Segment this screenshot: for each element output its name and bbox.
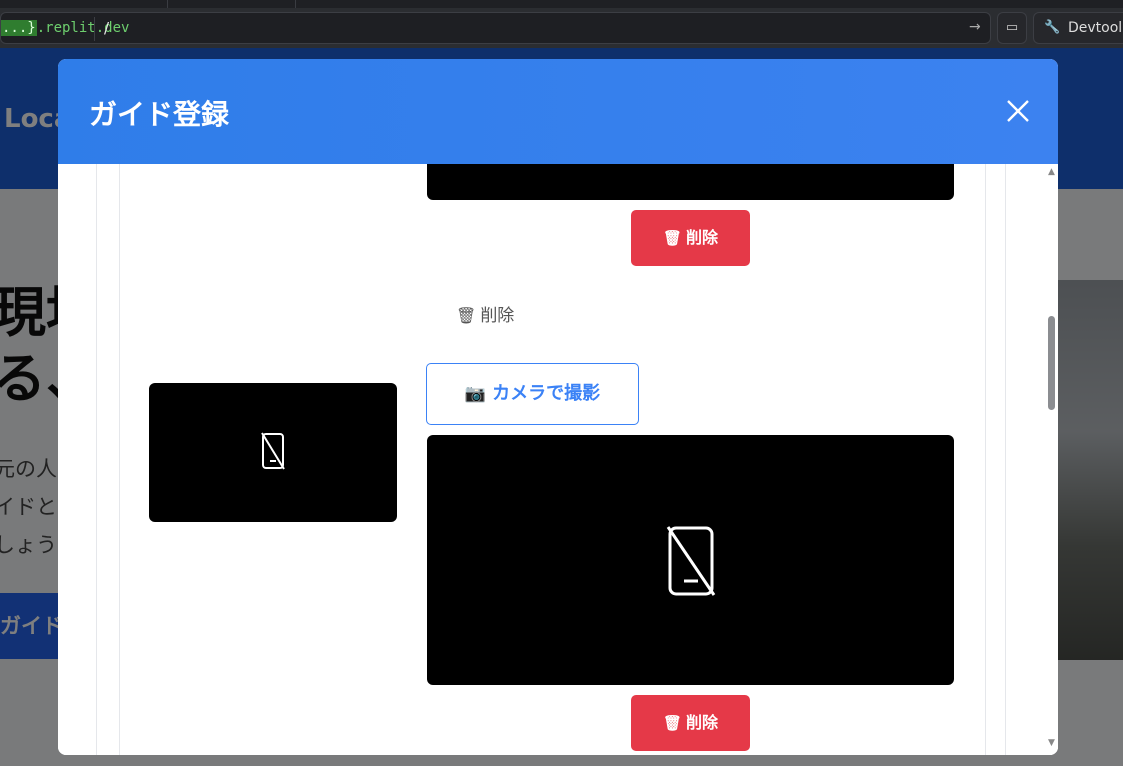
url-domain-prefix: ...} [1, 20, 37, 36]
modal-title: ガイド登録 [89, 98, 230, 131]
url-field[interactable]: ...}.replit.dev / → [0, 12, 991, 44]
delete-button-bottom[interactable]: 🗑 削除 [631, 695, 750, 751]
trash-icon: 🗑 [662, 229, 683, 247]
close-icon [1007, 100, 1029, 122]
trash-icon: 🗑 [662, 714, 683, 732]
devtools-label: Devtools [1068, 20, 1123, 36]
delete-button-label: 削除 [686, 228, 719, 247]
delete-link-label: 削除 [480, 306, 515, 326]
camera-thumbnail [149, 383, 397, 522]
delete-link[interactable]: 🗑 削除 [456, 301, 514, 326]
url-separator [94, 17, 95, 41]
browser-tab-strip [0, 0, 1123, 8]
delete-button-top[interactable]: 🗑 削除 [631, 210, 750, 266]
modal-scrollbar[interactable]: ▲ ▼ [1046, 164, 1058, 755]
devtools-button[interactable]: 🔧 Devtools [1033, 12, 1123, 44]
video-preview-top [427, 164, 954, 200]
url-path[interactable]: / [104, 19, 109, 37]
monitor-button[interactable]: ▭ [997, 12, 1027, 44]
url-domain-suffix: .replit.dev [36, 20, 130, 36]
scroll-down-arrow-icon[interactable]: ▼ [1048, 738, 1055, 748]
arrow-right-icon[interactable]: → [969, 19, 981, 35]
browser-address-bar: ...}.replit.dev / → ▭ 🔧 Devtools [0, 8, 1123, 48]
no-mobile-device-icon [261, 432, 285, 470]
camera-button-label: カメラで撮影 [492, 383, 601, 404]
no-mobile-device-icon [666, 526, 716, 596]
video-preview-main [427, 435, 954, 685]
wrench-icon: 🔧 [1044, 20, 1061, 35]
camera-icon: 📷 [464, 384, 487, 404]
close-button[interactable] [1002, 95, 1034, 127]
browser-tab[interactable] [168, 0, 296, 8]
modal-header: ガイド登録 [58, 59, 1058, 164]
guide-registration-modal: ガイド登録 🗑 削除 🗑 削除 📷 カメラで撮影 🗑 削除 ▲ ▼ [58, 59, 1058, 755]
scroll-up-arrow-icon[interactable]: ▲ [1048, 167, 1055, 177]
camera-capture-button[interactable]: 📷 カメラで撮影 [426, 363, 639, 425]
modal-body: 🗑 削除 🗑 削除 📷 カメラで撮影 🗑 削除 ▲ ▼ [58, 164, 1058, 755]
delete-button-label: 削除 [686, 713, 719, 732]
url-domain: ...}.replit.dev [1, 20, 129, 36]
monitor-icon: ▭ [1005, 20, 1019, 35]
scrollbar-thumb[interactable] [1048, 316, 1055, 410]
browser-tab[interactable] [0, 0, 168, 8]
trash-icon: 🗑 [456, 306, 477, 325]
